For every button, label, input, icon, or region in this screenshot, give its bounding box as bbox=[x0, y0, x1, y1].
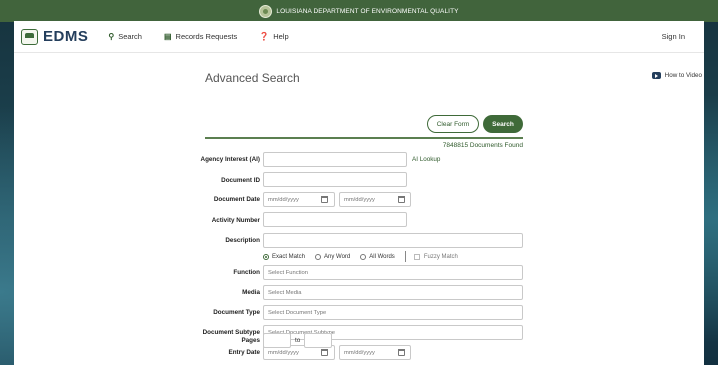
document-subtype-select[interactable] bbox=[263, 325, 523, 340]
how-to-video-link[interactable]: How to Video bbox=[651, 72, 702, 79]
document-date-label: Document Date bbox=[213, 196, 260, 203]
calendar-icon[interactable] bbox=[321, 196, 328, 203]
sign-in-link[interactable]: Sign In bbox=[662, 32, 685, 41]
radio-selected-icon bbox=[263, 253, 269, 260]
pages-to-input[interactable] bbox=[304, 333, 332, 348]
document-id-input[interactable] bbox=[263, 172, 407, 187]
nav-records-requests[interactable]: ▤ Records Requests bbox=[164, 32, 237, 41]
document-type-select[interactable] bbox=[263, 305, 523, 320]
pages-label: Pages bbox=[241, 337, 260, 344]
exact-match-radio[interactable]: Exact Match bbox=[263, 253, 306, 260]
radio-icon bbox=[315, 253, 322, 260]
activity-number-label: Activity Number bbox=[211, 217, 260, 224]
calendar-icon[interactable] bbox=[398, 349, 405, 356]
any-word-label: Any Word bbox=[324, 253, 351, 260]
search-icon: ⚲ bbox=[108, 32, 115, 41]
pages-from-input[interactable] bbox=[263, 333, 291, 348]
documents-found-count: 7848815 Documents Found bbox=[442, 142, 523, 149]
document-icon: ▤ bbox=[163, 32, 172, 41]
calendar-icon[interactable] bbox=[398, 196, 405, 203]
document-id-label: Document ID bbox=[221, 177, 260, 184]
nav-help[interactable]: ❓ Help bbox=[259, 32, 288, 41]
radio-icon bbox=[360, 253, 367, 260]
agency-name: LOUISIANA DEPARTMENT OF ENVIRONMENTAL QU… bbox=[276, 7, 459, 15]
top-navigation: EDMS ⚲ Search ▤ Records Requests ❓ Help … bbox=[14, 21, 704, 53]
agency-interest-input[interactable] bbox=[263, 152, 407, 167]
state-seal-icon bbox=[259, 4, 273, 18]
fuzzy-match-label: Fuzzy Match bbox=[423, 253, 458, 260]
separator bbox=[404, 251, 406, 262]
pages-to-label: to bbox=[295, 337, 301, 344]
nav-search-label: Search bbox=[118, 32, 142, 41]
clear-form-button[interactable]: Clear Form bbox=[427, 115, 479, 133]
media-select[interactable] bbox=[263, 285, 523, 300]
search-button[interactable]: Search bbox=[483, 115, 523, 133]
agency-banner: LOUISIANA DEPARTMENT OF ENVIRONMENTAL QU… bbox=[0, 0, 718, 22]
advanced-search-form: Advanced Search How to Video Clear Form … bbox=[14, 53, 704, 365]
nav-help-label: Help bbox=[273, 32, 289, 41]
help-icon: ❓ bbox=[259, 32, 270, 41]
fuzzy-match-checkbox[interactable]: Fuzzy Match bbox=[413, 253, 458, 260]
ai-lookup-link[interactable]: AI Lookup bbox=[412, 156, 440, 163]
page-title: Advanced Search bbox=[205, 71, 300, 85]
calendar-icon[interactable] bbox=[321, 349, 328, 356]
how-to-video-label: How to Video bbox=[664, 72, 702, 79]
description-input[interactable] bbox=[263, 233, 523, 248]
checkbox-icon bbox=[413, 253, 420, 260]
main-panel: EDMS ⚲ Search ▤ Records Requests ❓ Help … bbox=[14, 21, 704, 365]
video-play-icon bbox=[651, 72, 661, 79]
media-label: Media bbox=[242, 289, 260, 296]
agency-interest-label: Agency Interest (AI) bbox=[200, 156, 260, 163]
all-words-radio[interactable]: All Words bbox=[360, 253, 395, 260]
document-subtype-label: Document Subtype bbox=[202, 329, 260, 336]
divider bbox=[205, 137, 523, 139]
function-label: Function bbox=[233, 269, 260, 276]
document-type-label: Document Type bbox=[213, 309, 260, 316]
all-words-label: All Words bbox=[369, 253, 395, 260]
entry-date-label: Entry Date bbox=[228, 349, 261, 356]
description-label: Description bbox=[225, 237, 260, 244]
logo-text: EDMS bbox=[43, 28, 89, 45]
activity-number-input[interactable] bbox=[263, 212, 407, 227]
edms-logo[interactable]: EDMS bbox=[21, 28, 88, 45]
exact-match-label: Exact Match bbox=[272, 253, 306, 260]
building-icon bbox=[21, 28, 38, 45]
function-select[interactable] bbox=[263, 265, 523, 280]
any-word-radio[interactable]: Any Word bbox=[315, 253, 351, 260]
nav-records-label: Records Requests bbox=[175, 32, 238, 41]
nav-search[interactable]: ⚲ Search bbox=[108, 32, 142, 41]
match-options: Exact Match Any Word All Words Fuzzy Mat… bbox=[263, 251, 468, 262]
